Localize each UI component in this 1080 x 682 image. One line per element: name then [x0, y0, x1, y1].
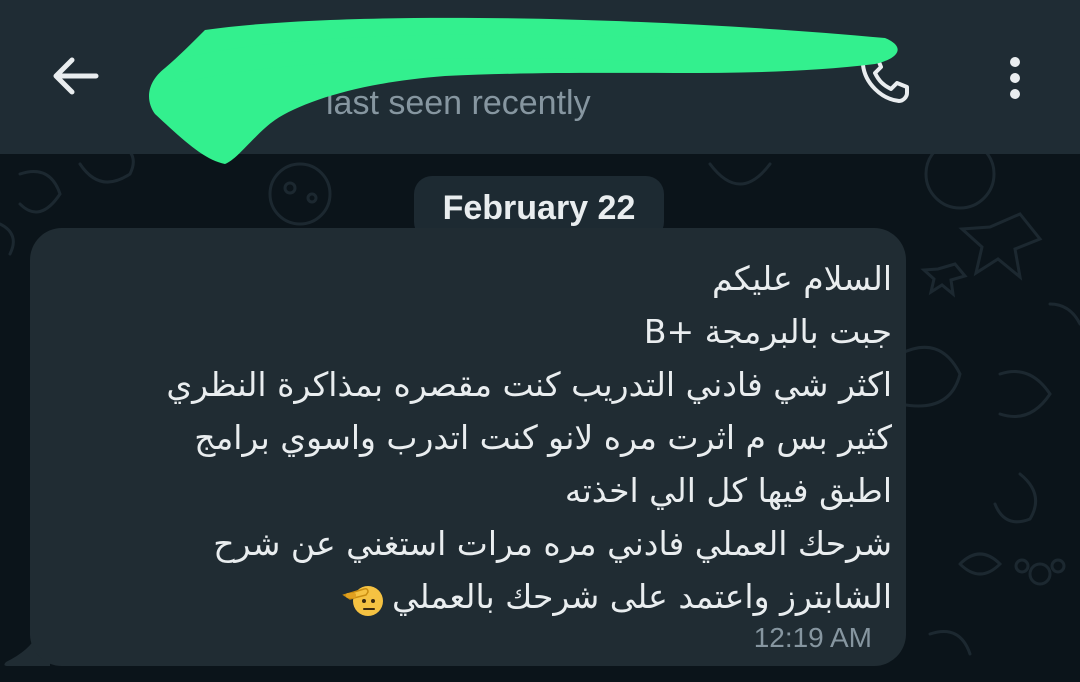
- message-line: كثير بس م اثرت مره لانو كنت اتدرب واسوي …: [194, 418, 892, 457]
- message-bubble[interactable]: السلام عليكم جبت بالبرمجة +B اكثر شي فاد…: [30, 228, 906, 666]
- message-line: شرحك العملي فادني مره مرات استغني عن شرح: [213, 524, 892, 563]
- chat-screen: last seen recently February 22 السلام عل…: [0, 0, 1080, 682]
- more-vertical-icon: [1010, 57, 1020, 99]
- message-line: اكثر شي فادني التدريب كنت مقصره بمذاكرة …: [166, 365, 892, 404]
- message-timestamp: 12:19 AM: [753, 622, 872, 653]
- message-line: جبت بالبرمجة +B: [643, 312, 892, 351]
- saluting-face-emoji: [342, 585, 383, 616]
- message-list[interactable]: February 22 السلام عليكم جبت بالبرمجة +B…: [0, 154, 1080, 682]
- more-options-button[interactable]: [990, 48, 1040, 108]
- back-button[interactable]: [44, 44, 108, 108]
- arrow-left-icon: [53, 57, 99, 95]
- message-line-text: الشابترز واعتمد على شرحك بالعملي: [391, 577, 892, 616]
- message-line: السلام عليكم: [711, 259, 892, 298]
- redaction-scribble: [149, 17, 898, 165]
- message-line: اطبق فيها كل الي اخذته: [564, 471, 892, 510]
- message-line-last: الشابترز واعتمد على شرحك بالعملي: [80, 570, 892, 623]
- message-text: السلام عليكم جبت بالبرمجة +B اكثر شي فاد…: [80, 252, 892, 623]
